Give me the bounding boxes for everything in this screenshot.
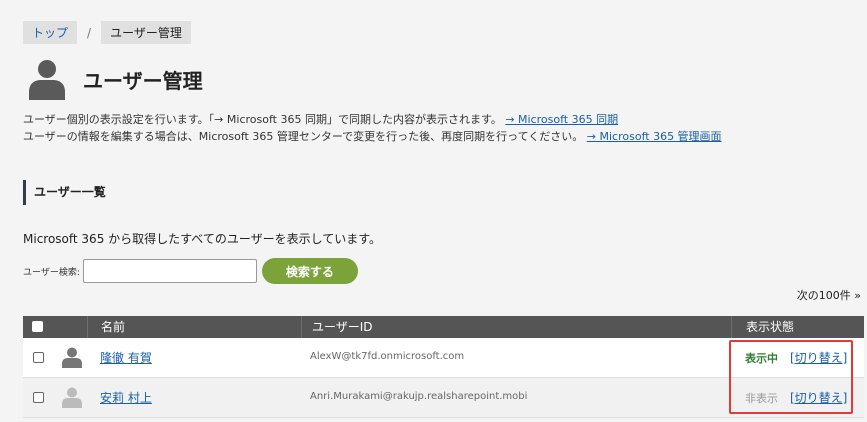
user-avatar-icon [62, 387, 82, 408]
select-all-checkbox[interactable] [32, 321, 43, 332]
user-avatar-icon [62, 347, 82, 368]
description-text-1: ユーザー個別の表示設定を行います。「→ Microsoft 365 同期」で同期… [23, 113, 502, 126]
description-line-1: ユーザー個別の表示設定を行います。「→ Microsoft 365 同期」で同期… [23, 111, 722, 128]
user-search-input[interactable] [82, 259, 257, 283]
table-header: 名前 ユーザーID 表示状態 [23, 316, 864, 338]
next-page-link[interactable]: 次の100件 » [797, 287, 861, 303]
search-label: ユーザー検索: [23, 267, 80, 278]
breadcrumb-home-link[interactable]: トップ [32, 26, 68, 40]
user-id: AlexW@tk7fd.onmicrosoft.com [310, 351, 465, 362]
user-name-link[interactable]: 安莉 村上 [100, 389, 152, 406]
breadcrumb-separator: / [87, 25, 92, 40]
column-header-status: 表示状態 [731, 316, 867, 338]
search-button[interactable]: 検索する [261, 258, 358, 284]
column-header-name: 名前 [87, 316, 315, 338]
page-description: ユーザー個別の表示設定を行います。「→ Microsoft 365 同期」で同期… [23, 111, 722, 145]
microsoft-365-admin-link[interactable]: → Microsoft 365 管理画面 [587, 130, 722, 143]
status-column-highlight [729, 340, 853, 414]
row-checkbox[interactable] [33, 352, 44, 363]
section-title: ユーザー一覧 [23, 180, 106, 205]
column-header-user-id: ユーザーID [301, 316, 742, 338]
user-name-link[interactable]: 隆徹 有賀 [100, 349, 152, 366]
user-id: Anri.Murakami@rakujp.realsharepoint.mobi [310, 391, 528, 402]
user-silhouette-icon [29, 60, 65, 100]
breadcrumb: トップ / ユーザー管理 [23, 21, 191, 44]
page-title: ユーザー管理 [83, 68, 203, 93]
search-bar: ユーザー検索: 検索する [23, 258, 358, 284]
breadcrumb-home-item[interactable]: トップ [23, 21, 78, 44]
description-text-2: ユーザーの情報を編集する場合は、Microsoft 365 管理センターで変更を… [23, 130, 584, 143]
row-checkbox[interactable] [33, 392, 44, 403]
page-header: ユーザー管理 [27, 58, 203, 100]
breadcrumb-current: ユーザー管理 [101, 21, 191, 44]
description-line-2: ユーザーの情報を編集する場合は、Microsoft 365 管理センターで変更を… [23, 128, 722, 145]
list-description: Microsoft 365 から取得したすべてのユーザーを表示しています。 [23, 232, 382, 246]
microsoft-365-sync-link[interactable]: → Microsoft 365 同期 [505, 113, 618, 126]
